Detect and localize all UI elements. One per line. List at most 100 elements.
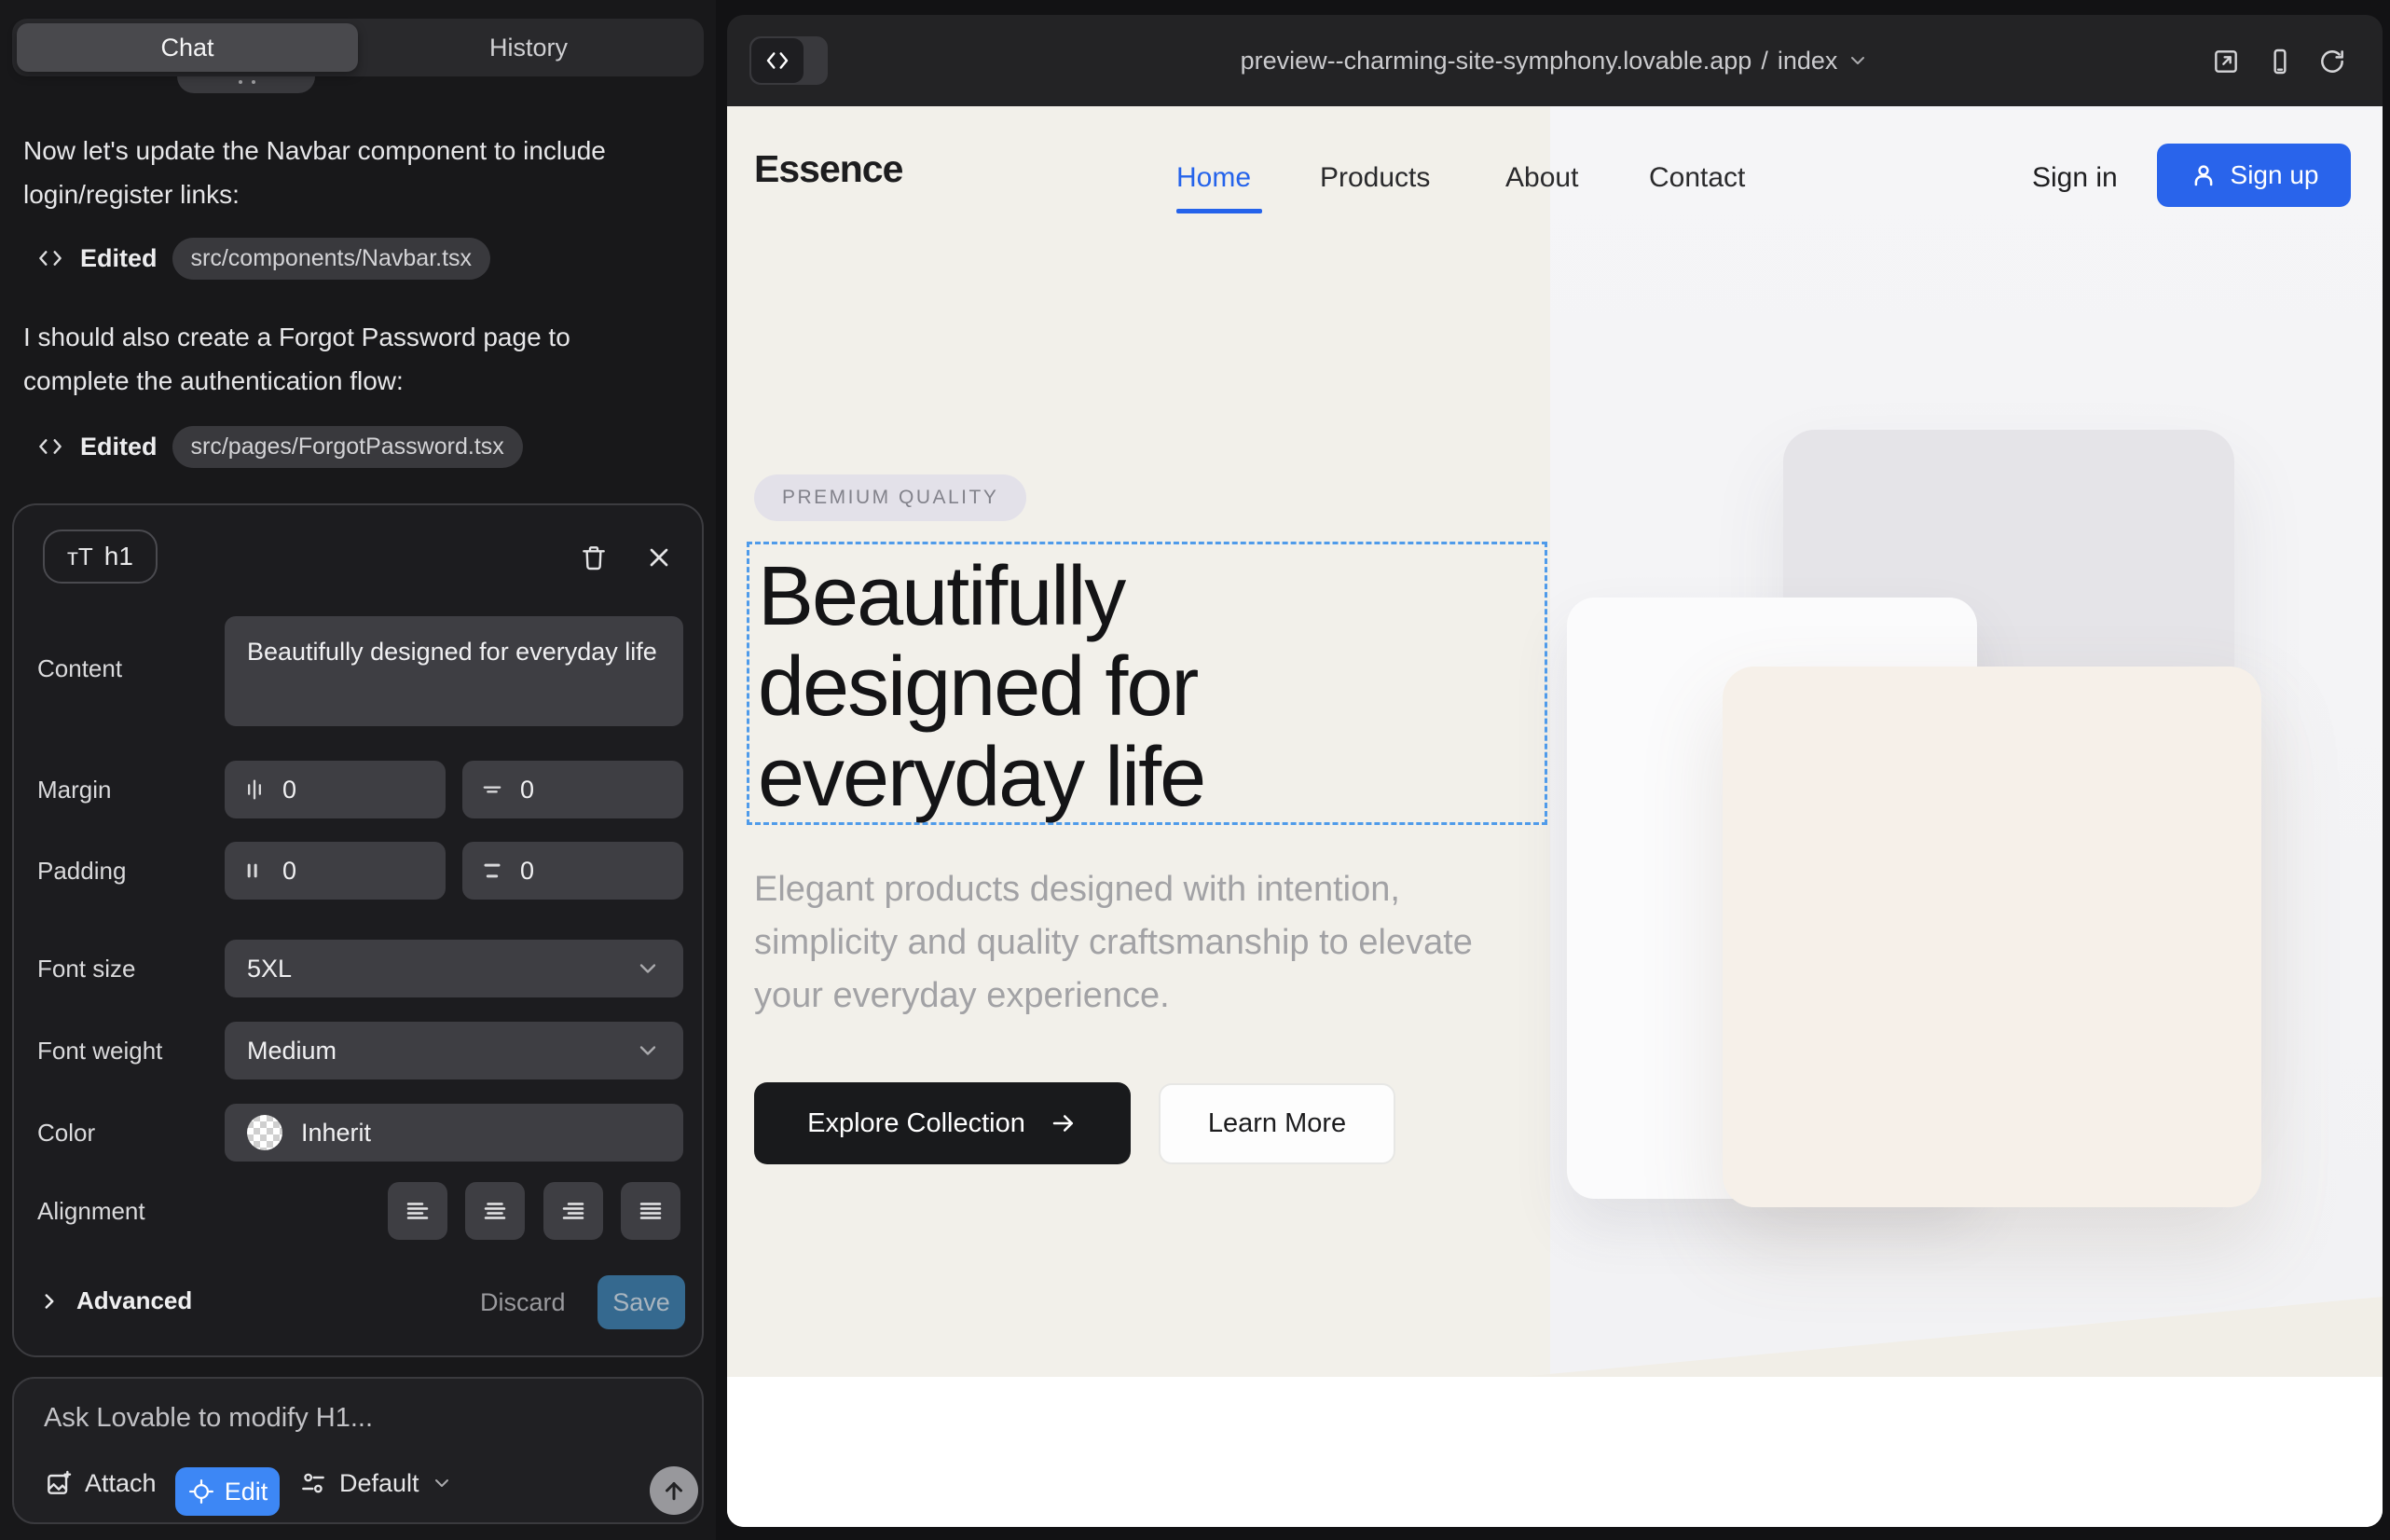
padding-y-input[interactable]: 0 <box>462 842 683 900</box>
chevron-down-icon <box>635 1038 661 1064</box>
url-bar[interactable]: preview--charming-site-symphony.lovable.… <box>727 15 2383 106</box>
content-label: Content <box>37 654 122 683</box>
open-in-new-tab-button[interactable] <box>2211 47 2241 76</box>
margin-x-value: 0 <box>282 776 296 804</box>
sliders-icon <box>298 1468 328 1498</box>
align-center-icon <box>481 1197 509 1225</box>
nav-link-contact[interactable]: Contact <box>1649 162 1745 194</box>
color-swatch <box>247 1115 282 1150</box>
edit-mode-button[interactable]: Edit <box>175 1467 280 1516</box>
chevron-down-icon <box>1847 49 1869 72</box>
site-viewport: Essence Home Products About Contact Sign… <box>727 106 2383 1527</box>
tab-history[interactable]: History <box>358 23 699 72</box>
file-chip[interactable]: src/components/Navbar.tsx <box>172 238 491 280</box>
chat-composer[interactable]: Ask Lovable to modify H1... Attach Edit … <box>12 1377 704 1524</box>
attach-button[interactable]: Attach <box>44 1468 157 1498</box>
margin-y-input[interactable]: 0 <box>462 761 683 818</box>
font-weight-value: Medium <box>247 1037 337 1066</box>
margin-y-value: 0 <box>520 776 534 804</box>
nav-link-about[interactable]: About <box>1505 162 1578 194</box>
sign-up-button[interactable]: Sign up <box>2157 144 2351 207</box>
align-justify-icon <box>637 1197 665 1225</box>
chevron-down-icon <box>431 1472 453 1494</box>
nav-link-products[interactable]: Products <box>1320 162 1430 194</box>
attach-image-icon <box>44 1468 74 1498</box>
alignment-label: Alignment <box>37 1197 145 1226</box>
crosshair-icon <box>187 1478 215 1506</box>
font-weight-select[interactable]: Medium <box>225 1022 683 1079</box>
discard-button[interactable]: Discard <box>480 1288 566 1317</box>
selected-element-tag[interactable]: тT h1 <box>43 529 158 584</box>
heading-line: everyday life <box>758 733 1204 823</box>
chat-message: Now let's update the Navbar component to… <box>23 129 657 216</box>
section-below-hero <box>727 1377 2383 1527</box>
close-editor-button[interactable] <box>640 539 678 576</box>
edited-file-row: Edited src/components/Navbar.tsx <box>35 237 490 280</box>
url-text: preview--charming-site-symphony.lovable.… <box>1241 47 1752 76</box>
trash-icon <box>579 543 609 572</box>
margin-x-input[interactable]: 0 <box>225 761 446 818</box>
chevron-down-icon <box>635 956 661 982</box>
attach-label: Attach <box>85 1469 157 1498</box>
default-mode-button[interactable]: Default <box>298 1468 453 1498</box>
hero-heading[interactable]: Beautifully designed for everyday life <box>758 552 1204 823</box>
align-left-button[interactable] <box>388 1182 447 1240</box>
url-separator: / <box>1761 47 1768 76</box>
align-right-button[interactable] <box>543 1182 603 1240</box>
heading-line: designed for <box>758 642 1204 733</box>
font-weight-label: Font weight <box>37 1037 162 1066</box>
align-right-icon <box>559 1197 587 1225</box>
element-tag-label: h1 <box>104 542 133 571</box>
explore-collection-button[interactable]: Explore Collection <box>754 1082 1131 1164</box>
learn-more-button[interactable]: Learn More <box>1159 1083 1395 1164</box>
content-input[interactable]: Beautifully designed for everyday life <box>225 616 683 726</box>
hero-description: Elegant products designed with intention… <box>754 863 1509 1023</box>
align-left-icon <box>404 1197 432 1225</box>
element-editor-panel: тT h1 Content Beautifully designed for e… <box>12 503 704 1357</box>
save-button[interactable]: Save <box>598 1275 685 1329</box>
url-path: index <box>1778 47 1838 76</box>
chat-sidebar: Chat History Now let's update the Navbar… <box>0 0 716 1540</box>
typography-icon: тT <box>67 543 93 571</box>
preview-browser-panel: preview--charming-site-symphony.lovable.… <box>727 15 2383 1527</box>
code-icon <box>35 432 65 461</box>
chevron-right-icon <box>37 1289 62 1313</box>
mobile-preview-button[interactable] <box>2265 47 2295 76</box>
hero-section: Essence Home Products About Contact Sign… <box>727 106 2383 1377</box>
arrow-up-icon <box>660 1477 688 1505</box>
padding-x-input[interactable]: 0 <box>225 842 446 900</box>
padding-x-value: 0 <box>282 857 296 886</box>
delete-element-button[interactable] <box>575 539 612 576</box>
premium-quality-badge: PREMIUM QUALITY <box>754 474 1026 521</box>
send-button[interactable] <box>650 1466 698 1515</box>
align-center-button[interactable] <box>465 1182 525 1240</box>
color-select[interactable]: Inherit <box>225 1104 683 1162</box>
active-nav-underline <box>1176 209 1262 213</box>
margin-label: Margin <box>37 776 111 804</box>
color-label: Color <box>37 1119 95 1148</box>
file-chip[interactable]: src/pages/ForgotPassword.tsx <box>172 426 523 468</box>
edited-label: Edited <box>80 244 158 273</box>
edit-label: Edit <box>225 1478 268 1506</box>
decor-card-beige <box>1723 667 2261 1207</box>
sidebar-tabs: Chat History <box>12 19 704 76</box>
edited-file-row: Edited src/pages/ForgotPassword.tsx <box>35 425 523 468</box>
user-icon <box>2190 161 2218 189</box>
site-logo[interactable]: Essence <box>754 147 902 191</box>
refresh-button[interactable] <box>2317 47 2347 76</box>
font-size-value: 5XL <box>247 955 292 983</box>
align-justify-button[interactable] <box>621 1182 680 1240</box>
composer-placeholder[interactable]: Ask Lovable to modify H1... <box>44 1403 373 1434</box>
nav-link-home[interactable]: Home <box>1176 162 1251 194</box>
margin-vertical-icon <box>479 777 505 803</box>
default-label: Default <box>339 1469 419 1498</box>
padding-y-value: 0 <box>520 857 534 886</box>
sign-in-link[interactable]: Sign in <box>2032 162 2118 194</box>
heading-line: Beautifully <box>758 552 1204 642</box>
advanced-label: Advanced <box>76 1286 192 1315</box>
font-size-select[interactable]: 5XL <box>225 940 683 997</box>
font-size-label: Font size <box>37 955 136 983</box>
explore-collection-label: Explore Collection <box>807 1108 1025 1139</box>
advanced-toggle[interactable]: Advanced <box>37 1286 192 1315</box>
tab-chat[interactable]: Chat <box>17 23 358 72</box>
